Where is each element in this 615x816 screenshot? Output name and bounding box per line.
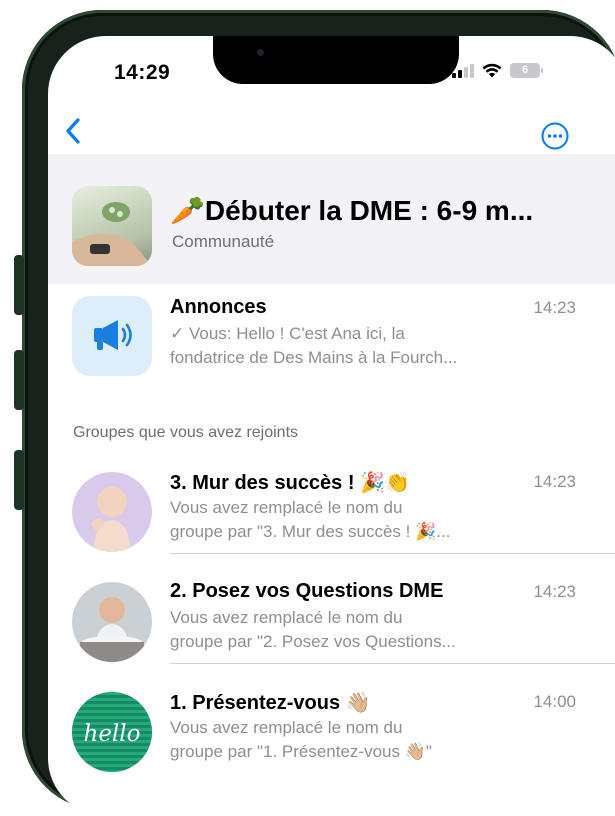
group-title: 3. Mur des succès ! 🎉👏 — [170, 472, 410, 494]
group-avatar — [72, 582, 152, 662]
group-preview-line1: Vous avez remplacé le nom du — [170, 608, 403, 627]
announcements-preview-line2: fondatrice de Des Mains à la Fourch... — [170, 348, 458, 367]
phone-side-button — [14, 450, 24, 510]
notch — [213, 36, 459, 84]
announcements-row[interactable]: Annonces 14:23 ✓ Vous: Hello ! C'est Ana… — [48, 284, 615, 380]
chevron-left-icon[interactable] — [64, 116, 84, 146]
community-title: 🥕Débuter la DME : 6-9 m... — [170, 195, 534, 226]
section-label: Groupes que vous avez rejoints — [73, 424, 299, 441]
group-preview-line2: groupe par "1. Présentez-vous 👋🏼" — [170, 742, 432, 761]
phone-side-button — [14, 350, 24, 410]
wifi-icon — [482, 63, 502, 78]
announcements-title: Annonces — [170, 296, 267, 318]
battery-icon: 6 — [510, 63, 543, 78]
group-preview-line1: Vous avez remplacé le nom du — [170, 718, 403, 737]
community-subtitle: Communauté — [172, 232, 275, 251]
phone-screen: 14:29 6 🥕Débuter la DME: 6-9 m... Commu… — [48, 36, 615, 816]
announcements-preview-line1: ✓ Vous: Hello ! C'est Ana ici, la — [170, 324, 405, 343]
group-avatar: hello — [72, 692, 152, 772]
group-preview-line1: Vous avez remplacé le nom du — [170, 498, 403, 517]
group-title: 1. Présentez-vous 👋🏼 — [170, 692, 371, 714]
cellular-signal-icon — [452, 63, 474, 78]
group-avatar — [72, 472, 152, 552]
status-time: 14:29 — [114, 61, 171, 84]
phone-side-button — [14, 255, 24, 315]
announcements-avatar — [72, 296, 152, 376]
baby-photo — [72, 472, 152, 552]
group-time: 14:00 — [533, 692, 576, 711]
community-photo — [72, 202, 152, 266]
community-avatar[interactable] — [72, 186, 152, 266]
hello-avatar: hello — [72, 692, 152, 772]
front-camera — [257, 49, 264, 56]
row-divider — [170, 663, 615, 664]
group-time: 14:23 — [533, 582, 576, 601]
group-title: 2. Posez vos Questions DME — [170, 580, 444, 602]
battery-level: 6 — [521, 64, 529, 76]
community-header: 🥕Débuter la DME : 6-9 m... Communauté — [48, 154, 615, 284]
status-icons: 6 — [452, 63, 543, 78]
group-row[interactable]: 3. Mur des succès ! 🎉👏 14:23 Vous avez r… — [48, 458, 615, 554]
svg-text:hello: hello — [84, 721, 141, 747]
ellipsis-circle-icon[interactable] — [541, 122, 569, 150]
row-divider — [170, 553, 615, 554]
group-row[interactable]: 2. Posez vos Questions DME 14:23 Vous av… — [48, 568, 615, 664]
baby-photo — [72, 582, 152, 662]
group-preview-line2: groupe par "3. Mur des succès ! 🎉... — [170, 522, 451, 541]
group-preview-line2: groupe par "2. Posez vos Questions... — [170, 632, 456, 651]
group-row[interactable]: hello 1. Présentez-vous 👋🏼 14:00 Vous av… — [48, 678, 615, 774]
megaphone-icon — [94, 320, 132, 350]
announcements-time: 14:23 — [533, 298, 576, 317]
group-time: 14:23 — [533, 472, 576, 491]
